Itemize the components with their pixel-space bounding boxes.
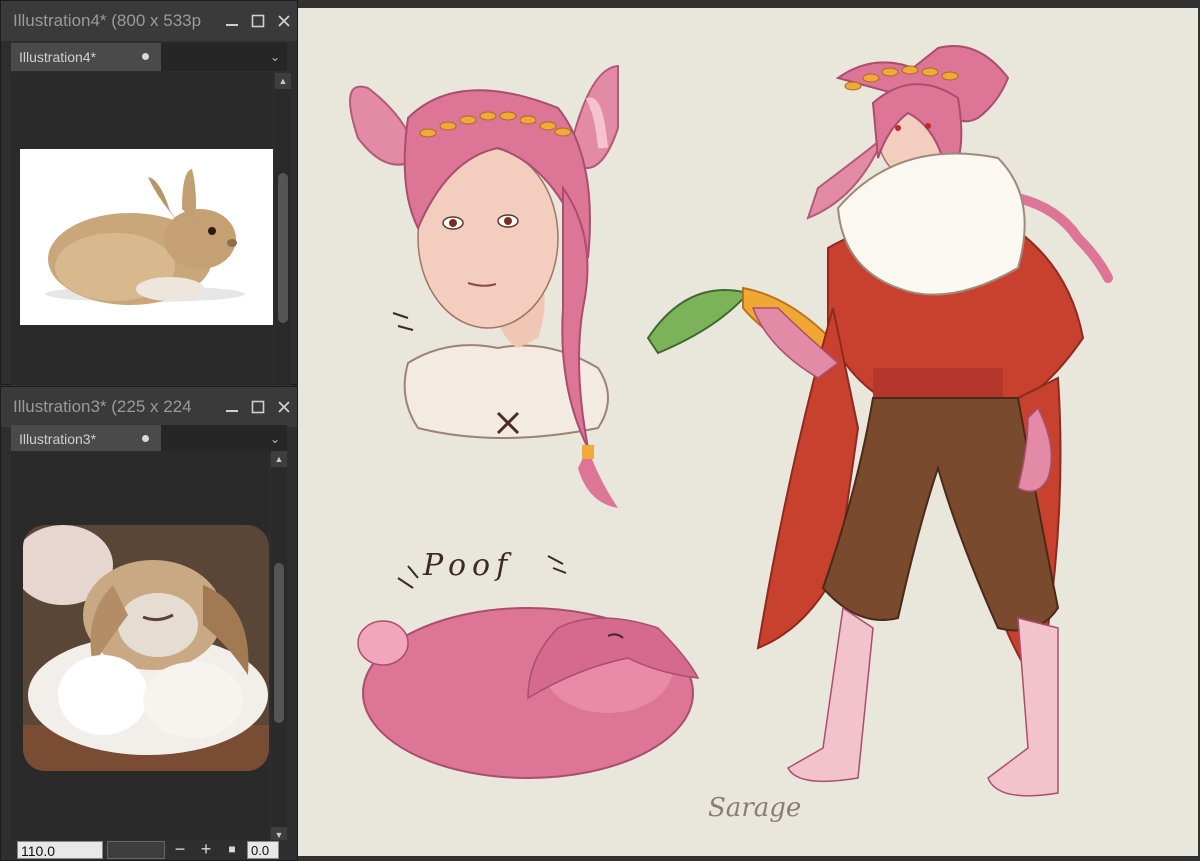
close-icon[interactable] <box>271 394 297 420</box>
artwork <box>349 45 1113 797</box>
maximize-icon[interactable] <box>245 394 271 420</box>
poof-caption: Poof <box>423 548 514 583</box>
scroll-up-icon[interactable]: ▲ <box>271 451 287 467</box>
vertical-scrollbar[interactable]: ▲ ▼ <box>271 451 287 845</box>
minimize-icon[interactable] <box>219 394 245 420</box>
loaf-bunny-sketch <box>357 555 700 779</box>
brown-rabbit-photo <box>20 149 273 325</box>
drawing-app: Illustration4* (800 x 533p Illustration4… <box>0 0 1200 861</box>
zoom-input[interactable]: 110.0 <box>17 841 103 859</box>
window-titlebar[interactable]: Illustration4* (800 x 533p <box>1 1 297 41</box>
document-tabbar: Illustration3* ⌄ <box>11 425 287 453</box>
scroll-up-icon[interactable]: ▲ <box>275 73 291 89</box>
zoom-out-icon[interactable]: − <box>169 840 191 859</box>
modified-dot-icon <box>142 435 149 442</box>
fit-icon[interactable]: ■ <box>221 841 243 859</box>
artist-signature: Sarage <box>708 793 802 823</box>
reference-canvas-2[interactable] <box>11 451 269 845</box>
chevron-down-icon[interactable]: ⌄ <box>263 425 287 453</box>
main-canvas[interactable]: Poof Sarage <box>298 8 1198 856</box>
lop-rabbit-photo <box>23 525 269 771</box>
portrait-sketch <box>349 64 619 508</box>
scroll-thumb[interactable] <box>274 563 284 723</box>
tab-illustration3[interactable]: Illustration3* <box>11 425 161 453</box>
window-title: Illustration3* (225 x 224 <box>13 397 192 416</box>
reference-window-2[interactable]: Illustration3* (225 x 224 Illustration3*… <box>0 386 298 861</box>
tab-label: Illustration3* <box>19 431 97 447</box>
navigator-statusbar: 110.0 − + ■ 0.0 <box>1 840 297 860</box>
rotation-input[interactable]: 0.0 <box>247 841 279 859</box>
modified-dot-icon <box>142 53 149 60</box>
chevron-down-icon[interactable]: ⌄ <box>263 43 287 71</box>
tab-illustration4[interactable]: Illustration4* <box>11 43 161 71</box>
fullbody-sketch <box>751 45 1113 797</box>
maximize-icon[interactable] <box>245 8 271 34</box>
reference-canvas-1[interactable] <box>11 73 273 385</box>
document-tabbar: Illustration4* ⌄ <box>11 43 287 71</box>
window-titlebar[interactable]: Illustration3* (225 x 224 <box>1 387 297 427</box>
close-icon[interactable] <box>271 8 297 34</box>
scroll-thumb[interactable] <box>278 173 288 323</box>
tab-label: Illustration4* <box>19 49 97 65</box>
minimize-icon[interactable] <box>219 8 245 34</box>
window-title: Illustration4* (800 x 533p <box>13 11 202 30</box>
zoom-in-icon[interactable]: + <box>195 840 217 859</box>
vertical-scrollbar[interactable]: ▲ <box>275 73 291 385</box>
zoom-slider[interactable] <box>107 841 165 859</box>
reference-window-1[interactable]: Illustration4* (800 x 533p Illustration4… <box>0 0 298 385</box>
